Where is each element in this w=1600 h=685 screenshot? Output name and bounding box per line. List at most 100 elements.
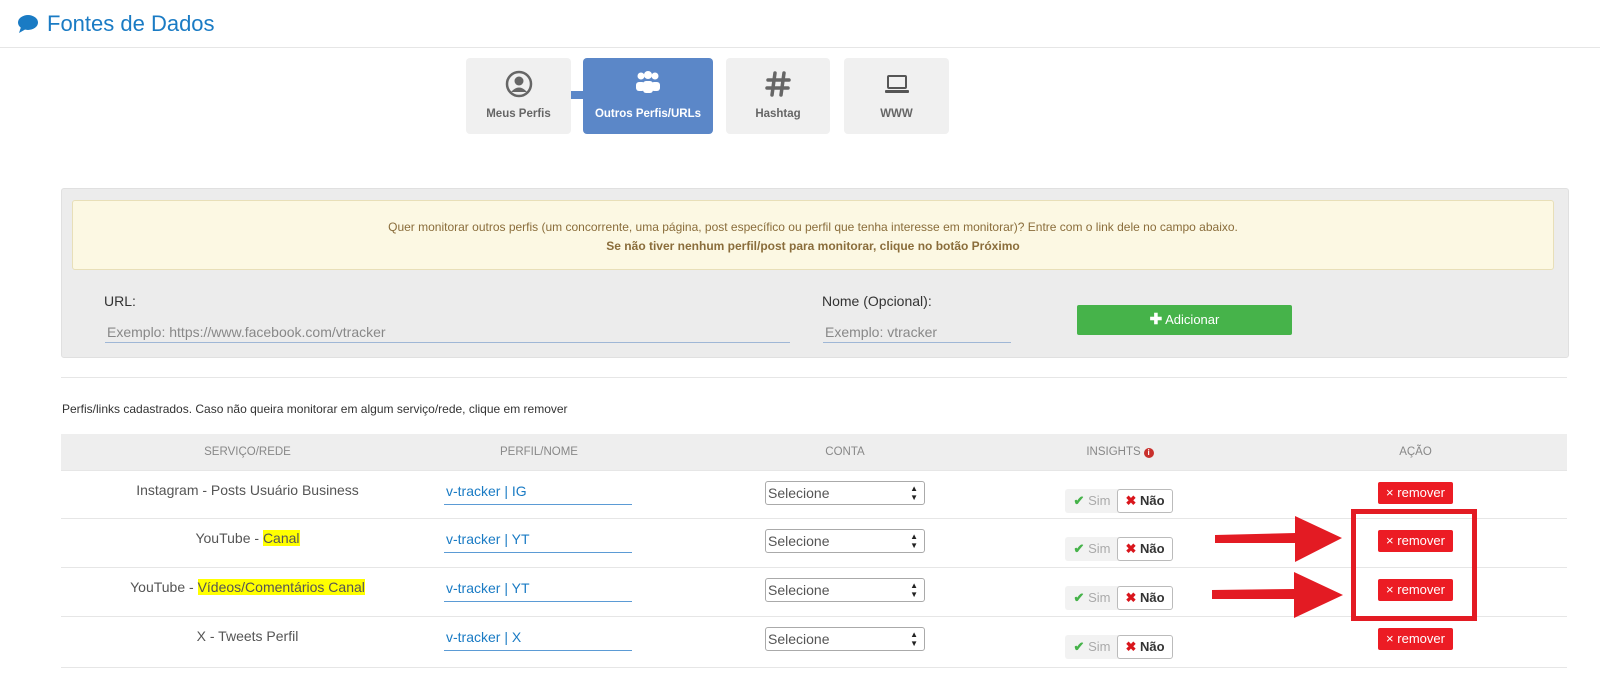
conta-value: Selecione bbox=[768, 631, 830, 647]
insights-toggle: ✔ Sim ✖ Não bbox=[1065, 586, 1173, 610]
perfil-input[interactable]: v-tracker | IG bbox=[444, 483, 632, 505]
select-arrows-icon: ▲ ▼ bbox=[910, 581, 918, 599]
name-label: Nome (Opcional): bbox=[822, 293, 932, 309]
x-icon: ✖ bbox=[1125, 493, 1137, 508]
perfil-input[interactable]: v-tracker | X bbox=[444, 629, 632, 651]
conta-select[interactable]: Selecione ▲ ▼ bbox=[765, 481, 925, 505]
annotation-highlight-box bbox=[1351, 509, 1477, 621]
tab-label: Hashtag bbox=[755, 108, 801, 120]
service-name: YouTube - bbox=[130, 579, 198, 595]
annotation-arrow-icon bbox=[1212, 572, 1343, 618]
tab-label: Meus Perfis bbox=[486, 108, 551, 120]
check-icon: ✔ bbox=[1073, 639, 1085, 654]
add-button-label: Adicionar bbox=[1165, 312, 1220, 327]
nao-label: Não bbox=[1139, 639, 1165, 654]
add-source-panel: Quer monitorar outros perfis (um concorr… bbox=[61, 188, 1569, 358]
tab-connector bbox=[571, 91, 583, 99]
service-cell: X - Tweets Perfil bbox=[61, 628, 434, 644]
service-cell: YouTube - Canal bbox=[61, 530, 434, 546]
tab-label: WWW bbox=[880, 108, 913, 120]
perfil-input[interactable]: v-tracker | YT bbox=[444, 580, 632, 602]
check-icon: ✔ bbox=[1073, 493, 1085, 508]
remove-button[interactable]: × remover bbox=[1378, 628, 1453, 650]
url-label: URL: bbox=[104, 293, 136, 309]
remove-button[interactable]: × remover bbox=[1378, 482, 1453, 504]
select-arrows-icon: ▲ ▼ bbox=[910, 532, 918, 550]
nao-button[interactable]: ✖ Não bbox=[1117, 635, 1173, 659]
sim-label: Sim bbox=[1088, 639, 1111, 654]
notice-line-2: Se não tiver nenhum perfil/post para mon… bbox=[606, 239, 1020, 253]
service-highlight: Vídeos/Comentários Canal bbox=[197, 579, 365, 595]
service-name: Instagram - Posts Usuário Business bbox=[136, 482, 359, 498]
nao-button[interactable]: ✖ Não bbox=[1117, 489, 1173, 513]
url-input[interactable]: Exemplo: https://www.facebook.com/vtrack… bbox=[105, 321, 790, 343]
x-icon: ✖ bbox=[1125, 590, 1137, 605]
header-insights-label: INSIGHTS bbox=[1086, 446, 1141, 458]
service-cell: YouTube - Vídeos/Comentários Canal bbox=[61, 579, 434, 595]
page-title: Fontes de Dados bbox=[17, 11, 215, 37]
sim-button[interactable]: ✔ Sim bbox=[1065, 635, 1119, 659]
notice-alert: Quer monitorar outros perfis (um concorr… bbox=[72, 200, 1554, 270]
x-icon: ✖ bbox=[1125, 541, 1137, 556]
plus-icon: ✚ bbox=[1149, 311, 1163, 328]
chat-bubble-icon bbox=[18, 15, 38, 33]
check-icon: ✔ bbox=[1073, 541, 1085, 556]
select-arrows-icon: ▲ ▼ bbox=[910, 630, 918, 648]
tab-label: Outros Perfis/URLs bbox=[594, 108, 702, 120]
add-button[interactable]: ✚ Adicionar bbox=[1077, 305, 1292, 335]
sim-button[interactable]: ✔ Sim bbox=[1065, 586, 1119, 610]
annotation-arrow-icon bbox=[1215, 516, 1342, 562]
insights-toggle: ✔ Sim ✖ Não bbox=[1065, 635, 1173, 659]
conta-select[interactable]: Selecione ▲ ▼ bbox=[765, 627, 925, 651]
conta-value: Selecione bbox=[768, 533, 830, 549]
table-header: SERVIÇO/REDE PERFIL/NOME CONTA INSIGHTS i… bbox=[61, 434, 1567, 470]
nao-label: Não bbox=[1139, 590, 1165, 605]
conta-select[interactable]: Selecione ▲ ▼ bbox=[765, 578, 925, 602]
name-input[interactable]: Exemplo: vtracker bbox=[823, 321, 1011, 343]
users-group-icon bbox=[636, 71, 660, 93]
insights-toggle: ✔ Sim ✖ Não bbox=[1065, 537, 1173, 561]
tab-meus-perfis[interactable]: Meus Perfis bbox=[466, 58, 571, 134]
x-icon: × bbox=[1386, 631, 1394, 646]
nao-button[interactable]: ✖ Não bbox=[1117, 586, 1173, 610]
conta-value: Selecione bbox=[768, 582, 830, 598]
notice-line-1: Quer monitorar outros perfis (um concorr… bbox=[388, 220, 1238, 234]
table-row: X - Tweets Perfil v-tracker | X Selecion… bbox=[61, 616, 1567, 665]
nao-label: Não bbox=[1139, 541, 1165, 556]
nao-label: Não bbox=[1139, 493, 1165, 508]
sim-label: Sim bbox=[1088, 493, 1111, 508]
select-arrows-icon: ▲ ▼ bbox=[910, 484, 918, 502]
page-header: Fontes de Dados bbox=[0, 0, 1600, 48]
header-perfil: PERFIL/NOME bbox=[500, 446, 578, 458]
conta-select[interactable]: Selecione ▲ ▼ bbox=[765, 529, 925, 553]
tab-hashtag[interactable]: Hashtag bbox=[726, 58, 830, 134]
sim-label: Sim bbox=[1088, 541, 1111, 556]
divider bbox=[61, 377, 1567, 378]
tab-outros-perfis[interactable]: Outros Perfis/URLs bbox=[583, 58, 713, 134]
nao-button[interactable]: ✖ Não bbox=[1117, 537, 1173, 561]
sim-button[interactable]: ✔ Sim bbox=[1065, 537, 1119, 561]
info-icon[interactable]: i bbox=[1143, 448, 1154, 458]
service-highlight: Canal bbox=[262, 530, 300, 546]
service-name: YouTube - bbox=[195, 530, 263, 546]
page-title-text: Fontes de Dados bbox=[47, 11, 215, 36]
table-bottom-border bbox=[61, 667, 1567, 668]
header-conta: CONTA bbox=[825, 446, 865, 458]
x-icon: × bbox=[1386, 485, 1394, 500]
laptop-icon bbox=[884, 75, 909, 93]
insights-toggle: ✔ Sim ✖ Não bbox=[1065, 489, 1173, 513]
conta-value: Selecione bbox=[768, 485, 830, 501]
header-insights: INSIGHTS i bbox=[1065, 434, 1175, 470]
service-name: X - Tweets Perfil bbox=[196, 628, 299, 644]
header-acao: AÇÃO bbox=[1399, 446, 1432, 458]
tab-www[interactable]: WWW bbox=[844, 58, 949, 134]
service-cell: Instagram - Posts Usuário Business bbox=[61, 482, 434, 498]
sim-button[interactable]: ✔ Sim bbox=[1065, 489, 1119, 513]
hashtag-icon bbox=[765, 71, 791, 97]
check-icon: ✔ bbox=[1073, 590, 1085, 605]
remove-label: remover bbox=[1397, 631, 1445, 646]
perfil-input[interactable]: v-tracker | YT bbox=[444, 531, 632, 553]
sim-label: Sim bbox=[1088, 590, 1111, 605]
header-servico: SERVIÇO/REDE bbox=[204, 446, 291, 458]
x-icon: ✖ bbox=[1125, 639, 1137, 654]
